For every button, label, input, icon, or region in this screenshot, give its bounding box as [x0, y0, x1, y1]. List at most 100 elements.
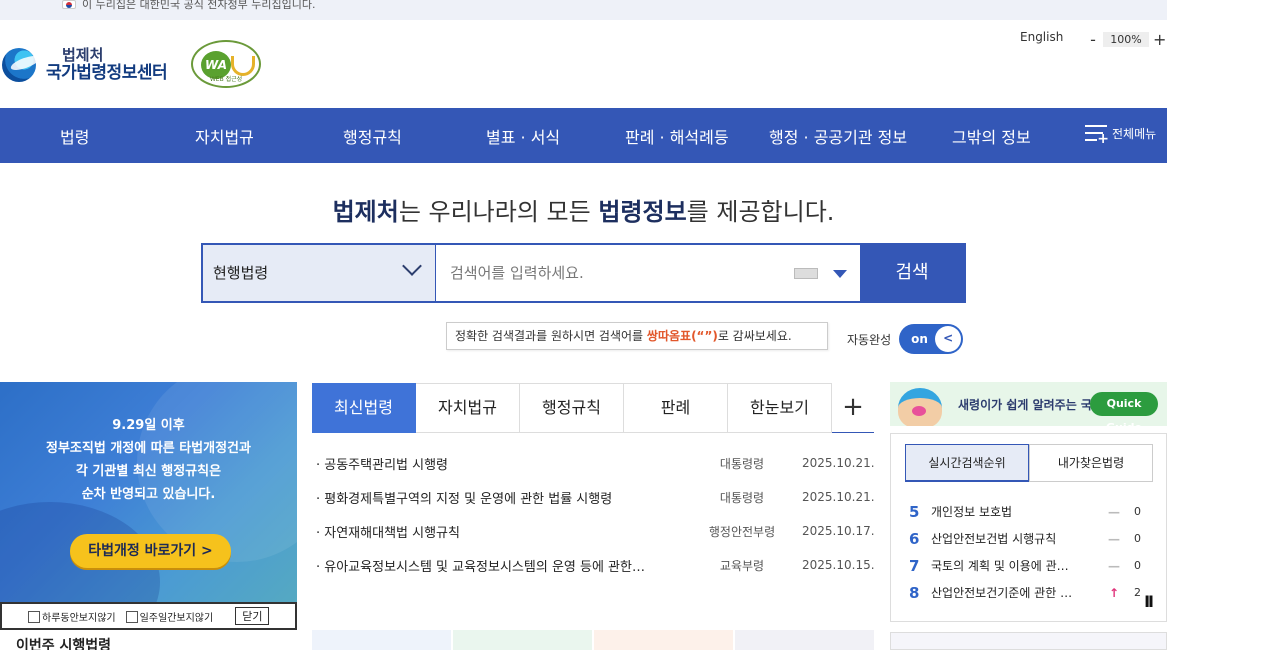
law-title[interactable]: · 유아교육정보시스템 및 교육정보시스템의 운영 등에 관한…: [312, 556, 682, 575]
law-dept: 대통령령: [719, 490, 765, 505]
tab-precedents[interactable]: 판례: [624, 383, 728, 433]
trend-flat-icon: —: [1108, 504, 1120, 519]
latest-law-list: · 공동주택관리법 시행령 대통령령 2025.10.21. · 평화경제특별구…: [312, 446, 875, 582]
tab-admin-rules[interactable]: 행정규칙: [520, 383, 624, 433]
promo-banner-footer: 하루동안보지않기 일주일간보지않기 닫기: [0, 602, 297, 630]
law-dept: 행정안전부령: [708, 524, 776, 539]
zoom-out-button[interactable]: -: [1087, 30, 1099, 49]
autocomplete-toggle[interactable]: on <: [899, 324, 964, 354]
rank-number: 8: [909, 583, 920, 602]
search-button[interactable]: 검색: [860, 245, 964, 301]
tab-overview[interactable]: 한눈보기: [728, 383, 832, 433]
tab-latest-laws[interactable]: 최신법령: [312, 383, 416, 433]
autocomplete-label: 자동완성: [847, 332, 892, 347]
quick-guide-text: 새령이가 쉽게 알려주는 국법: [958, 398, 1104, 412]
site-logo[interactable]: 법제처 국가법령정보센터: [2, 44, 168, 84]
ranking-item[interactable]: 5 개인정보 보호법 — 0: [909, 498, 1155, 525]
hide-today-option[interactable]: 하루동안보지않기: [28, 609, 116, 624]
list-item[interactable]: · 공동주택관리법 시행령 대통령령 2025.10.21.: [312, 446, 875, 480]
ranking-item[interactable]: 6 산업안전보건법 시행규칙 — 0: [909, 525, 1155, 552]
all-menu-button[interactable]: + 전체메뉴: [1085, 122, 1156, 146]
law-title[interactable]: · 공동주택관리법 시행령: [312, 454, 682, 473]
pause-button[interactable]: II: [1144, 592, 1154, 611]
headline-tail: 를 제공합니다.: [686, 198, 835, 226]
rank-number: 6: [909, 529, 920, 548]
ranking-item[interactable]: 8 산업안전보건기준에 관한 … ↑ 2: [909, 579, 1155, 606]
promo-line: 순차 반영되고 있습니다.: [81, 487, 216, 502]
quick-guide-banner[interactable]: 새령이가 쉽게 알려주는 국법 Quick Guide: [890, 382, 1167, 426]
promo-cta-button[interactable]: 타법개정 바로가기 >: [70, 534, 231, 568]
rank-number: 7: [909, 556, 920, 575]
rank-name[interactable]: 개인정보 보호법: [927, 503, 1107, 520]
more-plus-icon[interactable]: +: [832, 383, 874, 432]
nav-item-precedent[interactable]: 판례 · 해석례등: [625, 124, 729, 148]
weekly-laws-heading: 이번주 시행법령: [16, 638, 112, 650]
zoom-control: - 100% +: [1087, 30, 1166, 49]
trend-up-icon: ↑: [1108, 585, 1120, 600]
page: 이 누리집은 대한민국 공식 전자정부 누리집입니다. 법제처 국가법령정보센터…: [0, 0, 1280, 650]
law-title[interactable]: · 자연재해대책법 시행규칙: [312, 522, 682, 541]
nav-item-agency-info[interactable]: 행정 · 공공기관 정보: [769, 124, 907, 148]
checkbox-icon[interactable]: [125, 610, 138, 623]
list-item[interactable]: · 유아교육정보시스템 및 교육정보시스템의 운영 등에 관한… 교육부령 20…: [312, 548, 875, 582]
tab-realtime-ranking[interactable]: 실시간검색순위: [905, 444, 1029, 482]
search-placeholder: 검색어를 입력하세요.: [450, 264, 584, 282]
law-date: 2025.10.21.: [802, 456, 875, 470]
promo-line: 각 기관별 최신 행정규칙은: [75, 464, 222, 479]
quick-guide-button[interactable]: Quick Guide: [1090, 392, 1158, 426]
search-scope-select[interactable]: 현행법령: [203, 245, 436, 301]
page-headline: 법제처는 우리나라의 모든 법령정보를 제공합니다.: [0, 192, 1167, 227]
main-nav: 법령 자치법규 행정규칙 별표 · 서식 판례 · 해석례등 행정 · 공공기관…: [0, 108, 1167, 163]
rank-name[interactable]: 산업안전보건법 시행규칙: [927, 530, 1107, 547]
logo-line2: 국가법령정보센터: [46, 63, 168, 83]
nav-item-admin-rule[interactable]: 행정규칙: [343, 124, 402, 148]
close-button[interactable]: 닫기: [235, 607, 270, 625]
card[interactable]: [594, 630, 733, 650]
gov-banner-text: 이 누리집은 대한민국 공식 전자정부 누리집입니다.: [82, 0, 316, 11]
rank-name[interactable]: 국토의 계획 및 이용에 관…: [927, 557, 1107, 574]
hide-week-option[interactable]: 일주일간보지않기: [125, 609, 213, 624]
nav-item-law[interactable]: 법령: [60, 124, 89, 148]
rank-change: 0: [1134, 532, 1141, 545]
list-item[interactable]: · 평화경제특별구역의 지정 및 운영에 관한 법률 시행령 대통령령 2025…: [312, 480, 875, 514]
web-accessibility-badge: WA WEB 접근성: [191, 40, 261, 88]
rank-change: 0: [1134, 505, 1141, 518]
card[interactable]: [735, 630, 874, 650]
nav-item-local-law[interactable]: 자치법규: [195, 124, 254, 148]
logo-mark-icon: [2, 44, 42, 84]
law-date: 2025.10.15.: [802, 558, 875, 572]
zoom-level: 100%: [1103, 32, 1149, 47]
hide-today-label: 하루동안보지않기: [42, 612, 116, 624]
trend-flat-icon: —: [1108, 531, 1120, 546]
card[interactable]: [453, 630, 592, 650]
rank-number: 5: [909, 502, 920, 521]
checkbox-icon[interactable]: [28, 610, 40, 623]
search-tip: 정확한 검색결과를 원하시면 검색어를 쌍따옴표(“”)로 감싸보세요.: [446, 322, 828, 350]
nav-item-other-info[interactable]: 그밖의 정보: [952, 124, 1031, 148]
search-box: 현행법령 검색어를 입력하세요. 검색: [201, 243, 966, 303]
tip-prefix: 정확한 검색결과를 원하시면 검색어를: [455, 329, 647, 343]
promo-line: 정부조직법 개정에 따른 타법개정건과: [46, 441, 251, 456]
bottom-right-panel: [890, 632, 1167, 650]
promo-banner: 9.29일 이후 정부조직법 개정에 따른 타법개정건과 각 기관별 최신 행정…: [0, 382, 297, 602]
law-date: 2025.10.17.: [802, 524, 875, 538]
law-title[interactable]: · 평화경제특별구역의 지정 및 운영에 관한 법률 시행령: [312, 488, 682, 507]
tab-local-laws[interactable]: 자치법규: [416, 383, 520, 433]
keyboard-icon[interactable]: [794, 268, 818, 279]
language-link[interactable]: English: [1020, 30, 1063, 44]
zoom-in-button[interactable]: +: [1153, 30, 1166, 49]
toggle-knob-icon: <: [935, 326, 962, 352]
headline-emphasis: 법령정보: [598, 198, 687, 226]
rank-name[interactable]: 산업안전보건기준에 관한 …: [927, 584, 1107, 601]
tab-my-searched-laws[interactable]: 내가찾은법령: [1029, 444, 1153, 482]
search-scope-value: 현행법령: [213, 264, 269, 282]
law-dept: 대통령령: [719, 456, 765, 471]
tip-quote: 쌍따옴표(“”): [646, 329, 718, 343]
nav-item-forms[interactable]: 별표 · 서식: [486, 124, 560, 148]
card[interactable]: [312, 630, 451, 650]
law-tabs: 최신법령 자치법규 행정규칙 판례 한눈보기 +: [312, 383, 874, 433]
search-input[interactable]: 검색어를 입력하세요.: [436, 245, 860, 301]
dropdown-arrow-icon[interactable]: [833, 270, 847, 278]
list-item[interactable]: · 자연재해대책법 시행규칙 행정안전부령 2025.10.17.: [312, 514, 875, 548]
ranking-item[interactable]: 7 국토의 계획 및 이용에 관… — 0: [909, 552, 1155, 579]
